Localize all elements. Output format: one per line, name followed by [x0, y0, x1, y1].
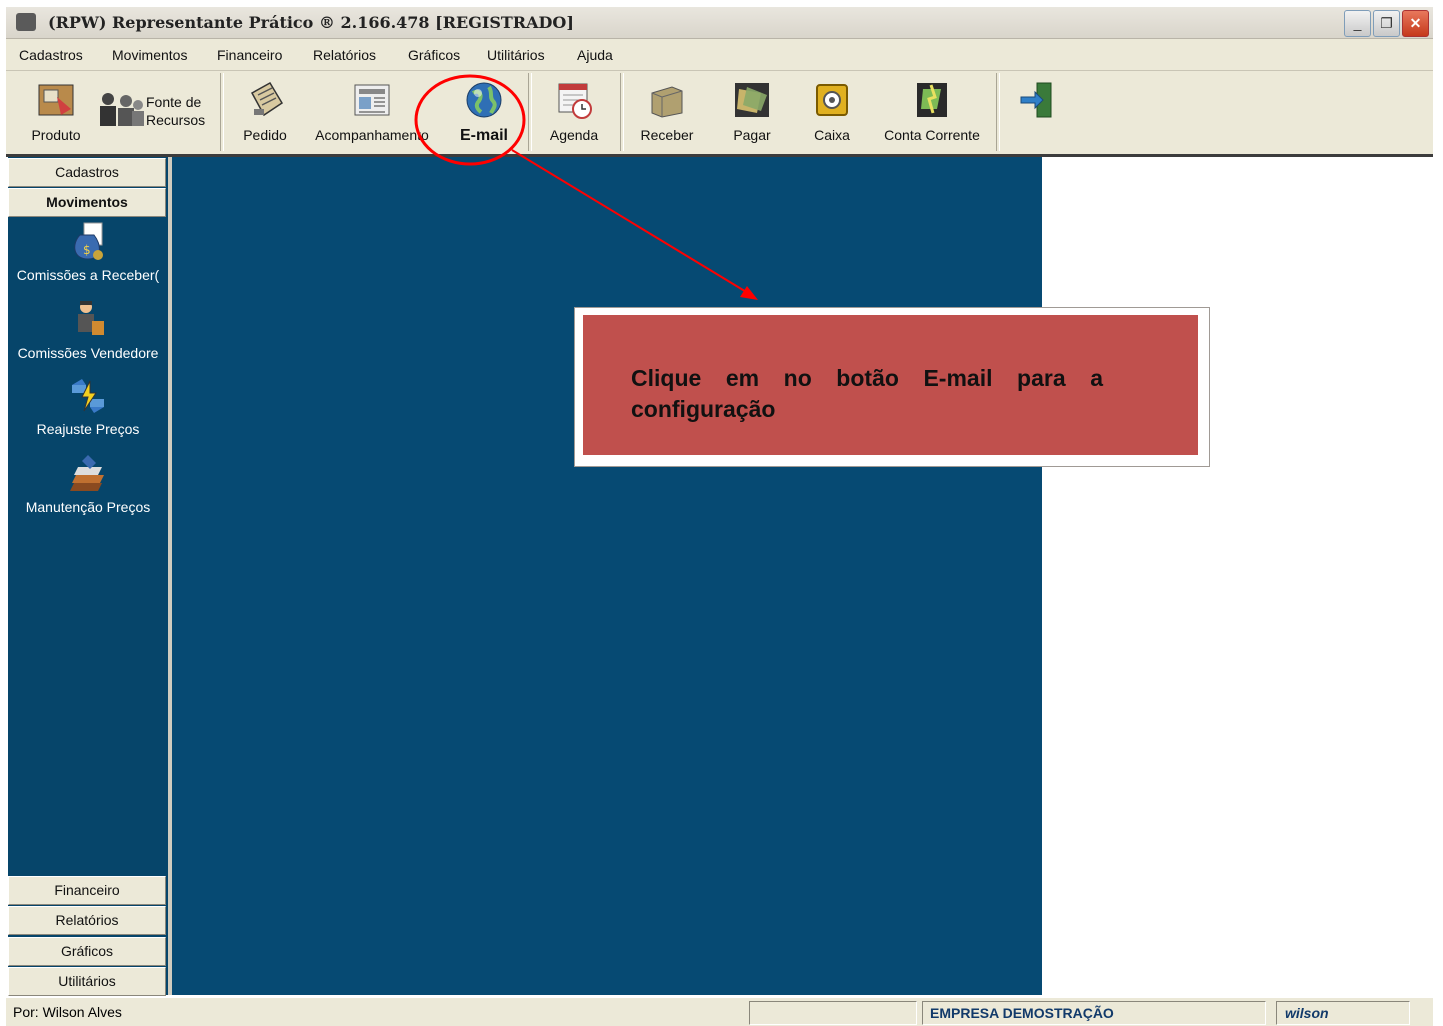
sidebar-section-relatorios[interactable]: Relatórios [8, 906, 166, 935]
svg-text:$: $ [83, 243, 91, 257]
toolbar-agenda-button[interactable]: Agenda [540, 71, 608, 151]
menu-graficos[interactable]: Gráficos [408, 47, 460, 63]
toolbar-separator [620, 73, 624, 151]
menu-ajuda[interactable]: Ajuda [577, 47, 613, 63]
sidebar-item-manutencao-precos[interactable]: Manutenção Preços [8, 453, 168, 517]
toolbar-produto-button[interactable]: Produto [20, 71, 92, 151]
menu-cadastros[interactable]: Cadastros [19, 47, 83, 63]
toolbar-receber-label: Receber [640, 127, 694, 143]
money-bag-icon: $ [74, 222, 103, 260]
toolbar-fonte-label-line2: Recursos [146, 112, 206, 128]
money-icon [735, 83, 769, 117]
sidebar-item-label: Comissões a Receber( [16, 267, 160, 283]
sidebar-section-financeiro[interactable]: Financeiro [8, 876, 166, 905]
sidebar-item-comissoes-vendedores[interactable]: Comissões Vendedore [8, 299, 168, 363]
safe-icon [816, 84, 848, 116]
menu-bar: Cadastros Movimentos Financeiro Relatóri… [6, 39, 1433, 71]
menu-financeiro[interactable]: Financeiro [217, 47, 282, 63]
toolbar-fonte-label-line1: Fonte de [146, 94, 202, 110]
status-panel-user: wilson [1276, 1001, 1410, 1025]
toolbar: Produto Fonte de Recursos Pedido Acompan… [6, 71, 1433, 157]
toolbar-exit-button[interactable] [1008, 71, 1068, 151]
app-icon[interactable] [16, 13, 36, 31]
toolbar-agenda-label: Agenda [549, 127, 599, 143]
toolbar-acompanhamento-label: Acompanhamento [315, 127, 429, 143]
globe-icon [466, 82, 502, 118]
toolbar-pagar-button[interactable]: Pagar [720, 71, 784, 151]
calendar-clock-icon [558, 83, 592, 119]
sidebar: Cadastros Movimentos $ Comissões a Receb… [8, 157, 172, 996]
price-adjust-icon [72, 379, 104, 413]
toolbar-conta-corrente-label: Conta Corrente [884, 127, 980, 143]
toolbar-receber-button[interactable]: Receber [630, 71, 704, 151]
menu-movimentos[interactable]: Movimentos [112, 47, 187, 63]
window-title: (RPW) Representante Prático ® 2.166.478 … [48, 13, 574, 32]
status-panel-empty [749, 1001, 917, 1025]
toolbar-pagar-label: Pagar [733, 127, 771, 143]
toolbar-pedido-label: Pedido [243, 127, 287, 143]
sidebar-section-graficos[interactable]: Gráficos [8, 937, 166, 966]
clipboard-icon [250, 81, 284, 117]
callout-box: Clique em no botão E-mail para a configu… [583, 315, 1198, 455]
status-panel-company: EMPRESA DEMOSTRAÇÃO [922, 1001, 1266, 1025]
minimize-button[interactable]: _ [1344, 10, 1371, 37]
menu-relatorios[interactable]: Relatórios [313, 47, 376, 63]
status-company: EMPRESA DEMOSTRAÇÃO [930, 1005, 1114, 1021]
status-user: wilson [1285, 1005, 1329, 1021]
toolbar-email-button[interactable]: E-mail [446, 71, 522, 151]
sidebar-section-movimentos[interactable]: Movimentos [8, 188, 166, 217]
sidebar-item-reajuste-precos[interactable]: Reajuste Preços [8, 375, 168, 439]
status-bar: Por: Wilson Alves EMPRESA DEMOSTRAÇÃO wi… [6, 997, 1433, 1026]
bank-account-icon [917, 83, 947, 117]
books-icon [70, 455, 104, 491]
toolbar-separator [220, 73, 224, 151]
close-button[interactable]: ✕ [1402, 10, 1429, 37]
toolbar-separator [528, 73, 532, 151]
title-bar: (RPW) Representante Prático ® 2.166.478 … [6, 7, 1433, 39]
callout-text: Clique em no botão E-mail para a configu… [631, 365, 1103, 422]
toolbar-acompanhamento-button[interactable]: Acompanhamento [306, 71, 438, 151]
sidebar-section-utilitarios[interactable]: Utilitários [8, 967, 166, 996]
menu-utilitarios[interactable]: Utilitários [487, 47, 545, 63]
mdi-workspace [172, 157, 1042, 995]
toolbar-caixa-button[interactable]: Caixa [800, 71, 864, 151]
people-icon [100, 93, 144, 126]
folders-icon [651, 86, 683, 118]
sidebar-item-comissoes-receber[interactable]: $ Comissões a Receber( [8, 221, 168, 285]
toolbar-caixa-label: Caixa [814, 127, 850, 143]
newspaper-icon [354, 84, 390, 116]
exit-door-icon [1020, 82, 1052, 118]
product-box-icon [38, 84, 74, 116]
status-author: Por: Wilson Alves [13, 1004, 122, 1020]
toolbar-separator [996, 73, 1000, 151]
restore-button[interactable]: ❐ [1373, 10, 1400, 37]
salesman-icon [78, 301, 104, 335]
toolbar-conta-corrente-button[interactable]: Conta Corrente [874, 71, 990, 151]
toolbar-pedido-button[interactable]: Pedido [232, 71, 298, 151]
toolbar-fonte-recursos-button[interactable]: Fonte de Recursos [94, 71, 214, 151]
sidebar-section-cadastros[interactable]: Cadastros [8, 158, 166, 187]
sidebar-item-label: Reajuste Preços [36, 421, 140, 437]
toolbar-email-label: E-mail [459, 127, 508, 144]
sidebar-item-label: Comissões Vendedore [17, 345, 159, 361]
sidebar-item-label: Manutenção Preços [25, 499, 151, 515]
toolbar-produto-label: Produto [31, 127, 81, 143]
